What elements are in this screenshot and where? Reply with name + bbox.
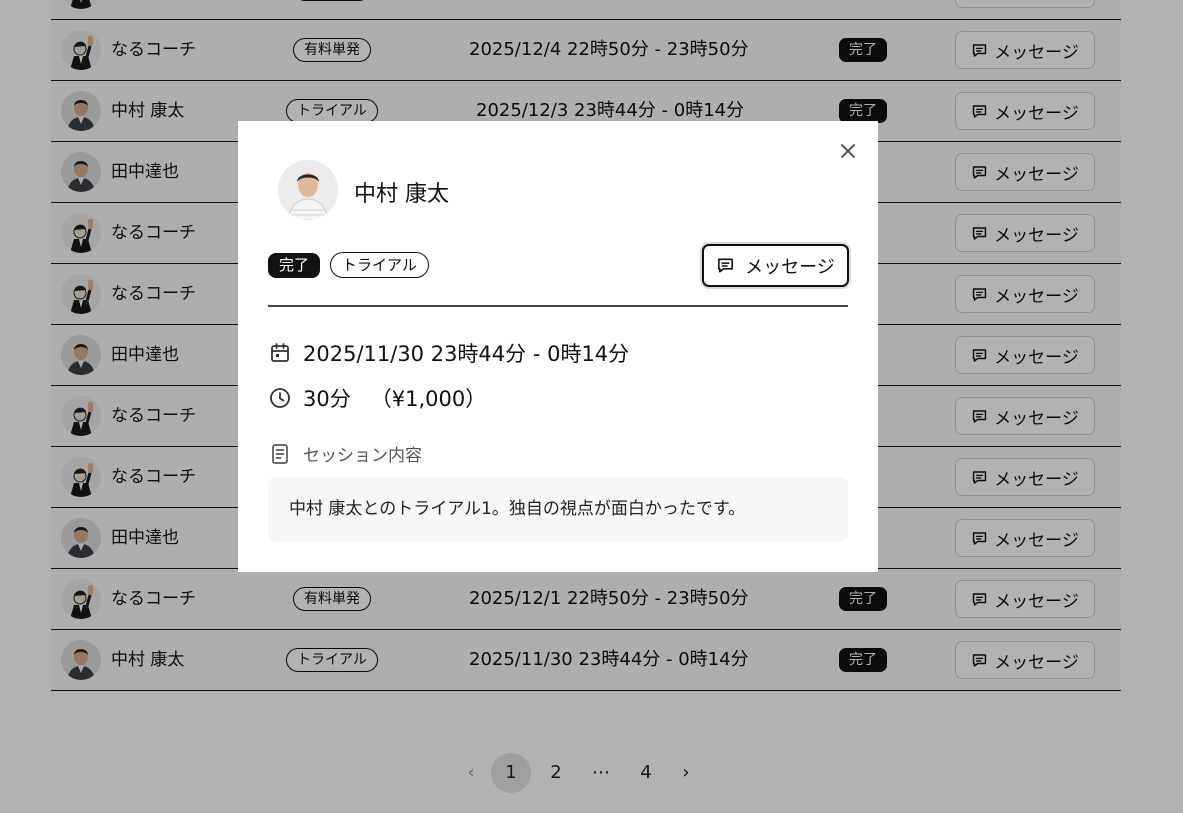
session-datetime-text: 2025/11/30 23時44分 - 0時14分	[303, 342, 630, 366]
status-badge: 完了	[268, 253, 321, 278]
coach-avatar	[278, 160, 338, 220]
section-label-text: セッション内容	[303, 446, 422, 466]
message-button-label: メッセージ	[745, 256, 835, 278]
coach-name: 中村 康太	[354, 182, 449, 207]
session-content-text: 中村 康太とのトライアル1。独自の視点が面白かったです。	[268, 477, 848, 542]
price-text: （¥1,000）	[370, 387, 487, 411]
message-button[interactable]: メッセージ	[702, 244, 849, 287]
document-icon	[272, 443, 288, 464]
session-type-badge: トライアル	[330, 252, 429, 278]
session-content-label: セッション内容	[268, 441, 422, 466]
chat-icon	[718, 258, 734, 273]
duration-text: 30分	[303, 387, 351, 411]
close-icon[interactable]	[836, 139, 860, 163]
calendar-icon	[271, 343, 289, 362]
session-detail-modal: 中村 康太 完了 トライアル メッセージ 2025/11/30 23時44分 -…	[238, 121, 878, 572]
session-duration: 30分 （¥1,000）	[268, 383, 486, 413]
clock-icon	[270, 388, 290, 408]
divider	[268, 305, 848, 307]
session-datetime: 2025/11/30 23時44分 - 0時14分	[268, 338, 629, 368]
